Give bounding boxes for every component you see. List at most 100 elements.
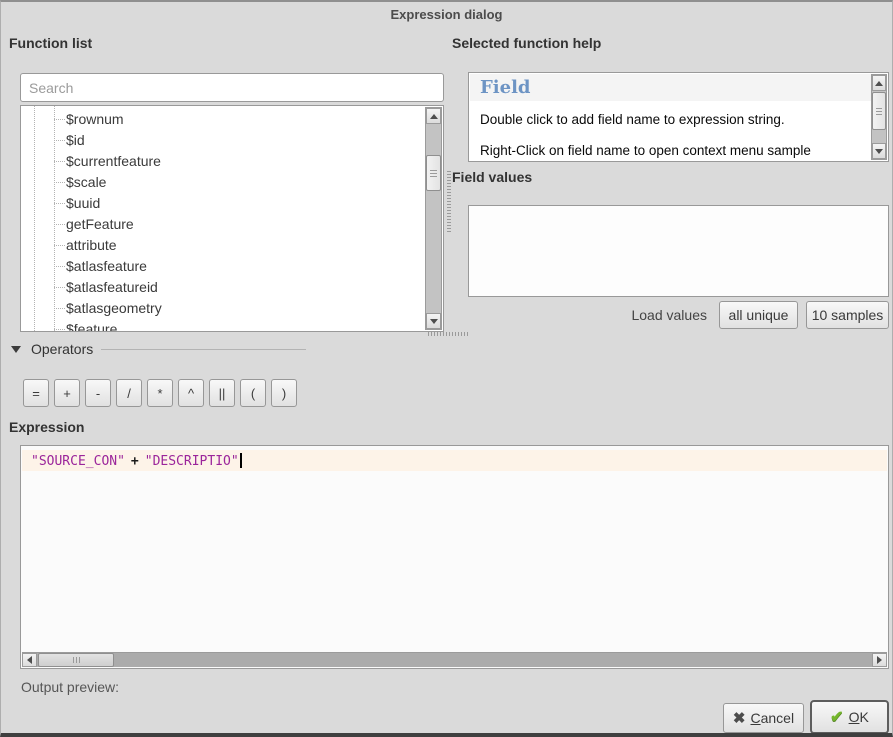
collapse-triangle-icon	[11, 346, 21, 353]
list-item-label: $rownum	[66, 111, 124, 127]
tree-branch-line	[54, 140, 65, 141]
tree-branch-line	[54, 161, 65, 162]
field-values-label: Field values	[452, 169, 532, 185]
field-values-list[interactable]	[468, 205, 889, 297]
expression-label: Expression	[9, 419, 84, 435]
ok-button[interactable]: ✔ OK	[810, 700, 889, 734]
tree-branch-line	[54, 203, 65, 204]
list-item[interactable]: $atlasfeature	[21, 256, 425, 277]
tree-branch-line	[54, 329, 65, 330]
list-item-label: attribute	[66, 237, 117, 253]
list-item-label: $id	[66, 132, 85, 148]
operators-group-header[interactable]: Operators	[11, 341, 93, 357]
tree-branch-line	[54, 182, 65, 183]
list-item-label: $atlasgeometry	[66, 300, 162, 316]
operator-button[interactable]: (	[240, 379, 266, 407]
operator-button[interactable]: )	[271, 379, 297, 407]
list-item-label: $atlasfeatureid	[66, 279, 158, 295]
ok-check-icon: ✔	[830, 707, 843, 727]
all-unique-button[interactable]: all unique	[719, 301, 798, 329]
expression-text: "SOURCE_CON" + "DESCRIPTIO"	[31, 453, 242, 469]
help-scrollbar[interactable]	[871, 74, 887, 160]
list-item[interactable]: $atlasgeometry	[21, 298, 425, 319]
operator-button[interactable]: =	[23, 379, 49, 407]
scroll-down-button[interactable]	[426, 313, 441, 329]
field-token: "DESCRIPTIO"	[145, 454, 239, 469]
tree-branch-line	[54, 224, 65, 225]
scroll-down-button[interactable]	[872, 143, 886, 159]
scroll-down-icon	[875, 149, 883, 154]
list-item-label: $atlasfeature	[66, 258, 147, 274]
scrollbar-thumb[interactable]	[426, 155, 441, 191]
expression-editor[interactable]: "SOURCE_CON" + "DESCRIPTIO"	[20, 445, 889, 669]
groupbox-divider	[101, 349, 306, 350]
list-item[interactable]: $id	[21, 130, 425, 151]
list-item-label: $uuid	[66, 195, 100, 211]
editor-horizontal-scrollbar[interactable]	[22, 652, 887, 667]
ten-samples-button[interactable]: 10 samples	[806, 301, 889, 329]
operator-token: +	[131, 454, 139, 469]
thumb-grip-icon	[73, 657, 80, 663]
operator-button[interactable]: /	[116, 379, 142, 407]
function-list-scrollbar[interactable]	[425, 107, 442, 330]
operators-label: Operators	[31, 341, 93, 357]
scroll-up-icon	[875, 81, 883, 86]
function-list-label: Function list	[9, 35, 92, 51]
tree-branch-line	[54, 245, 65, 246]
list-item[interactable]: $feature	[21, 319, 425, 332]
operator-button[interactable]: ^	[178, 379, 204, 407]
field-token: "SOURCE_CON"	[31, 454, 125, 469]
list-item-label: $feature	[66, 321, 117, 332]
output-preview-label: Output preview:	[21, 679, 119, 695]
scroll-left-icon	[27, 656, 32, 664]
cancel-x-icon: ✖	[733, 709, 746, 727]
scroll-up-icon	[430, 114, 438, 119]
function-help-panel[interactable]: Field Double click to add field name to …	[468, 72, 889, 162]
text-cursor	[240, 453, 242, 468]
cancel-button[interactable]: ✖ Cancel	[723, 703, 804, 733]
scrollbar-thumb[interactable]	[872, 92, 886, 130]
operator-button[interactable]: +	[54, 379, 80, 407]
help-text-line: Right-Click on field name to open contex…	[480, 143, 866, 158]
scroll-up-button[interactable]	[872, 75, 886, 91]
scrollbar-thumb[interactable]	[38, 653, 114, 667]
list-item-label: $currentfeature	[66, 153, 161, 169]
list-item[interactable]: $currentfeature	[21, 151, 425, 172]
expression-dialog-window: Expression dialog Function list $rownum …	[0, 0, 893, 737]
list-item[interactable]: attribute	[21, 235, 425, 256]
scroll-up-button[interactable]	[426, 108, 441, 124]
function-list[interactable]: $rownum $id $currentfeature $scale	[20, 105, 444, 332]
search-input[interactable]	[20, 73, 444, 102]
scroll-right-button[interactable]	[872, 653, 887, 667]
scroll-down-icon	[430, 319, 438, 324]
thumb-grip-icon	[876, 108, 882, 115]
operator-button[interactable]: -	[85, 379, 111, 407]
list-item-label: $scale	[66, 174, 106, 190]
list-item[interactable]: $rownum	[21, 109, 425, 130]
list-item[interactable]: $atlasfeatureid	[21, 277, 425, 298]
window-title: Expression dialog	[1, 7, 892, 22]
list-item[interactable]: $uuid	[21, 193, 425, 214]
operator-button[interactable]: ||	[209, 379, 235, 407]
cancel-button-label: Cancel	[750, 710, 794, 726]
help-title: Field	[470, 74, 871, 101]
vertical-splitter-handle[interactable]	[447, 170, 451, 232]
list-item[interactable]: $scale	[21, 172, 425, 193]
selected-function-help-label: Selected function help	[452, 35, 601, 51]
tree-branch-line	[54, 266, 65, 267]
tree-branch-line	[54, 308, 65, 309]
list-item-label: getFeature	[66, 216, 134, 232]
help-text-line: Double click to add field name to expres…	[480, 112, 866, 127]
operator-buttons: = + - / * ^ || ( )	[23, 379, 297, 407]
ok-button-label: OK	[849, 709, 869, 725]
load-values-label: Load values	[561, 307, 707, 323]
function-list-rows: $rownum $id $currentfeature $scale	[21, 109, 425, 332]
scroll-right-icon	[877, 656, 882, 664]
horizontal-splitter-handle[interactable]	[428, 332, 468, 336]
list-item[interactable]: getFeature	[21, 214, 425, 235]
tree-branch-line	[54, 287, 65, 288]
tree-branch-line	[54, 119, 65, 120]
operator-button[interactable]: *	[147, 379, 173, 407]
thumb-grip-icon	[430, 170, 437, 177]
scroll-left-button[interactable]	[22, 653, 37, 667]
